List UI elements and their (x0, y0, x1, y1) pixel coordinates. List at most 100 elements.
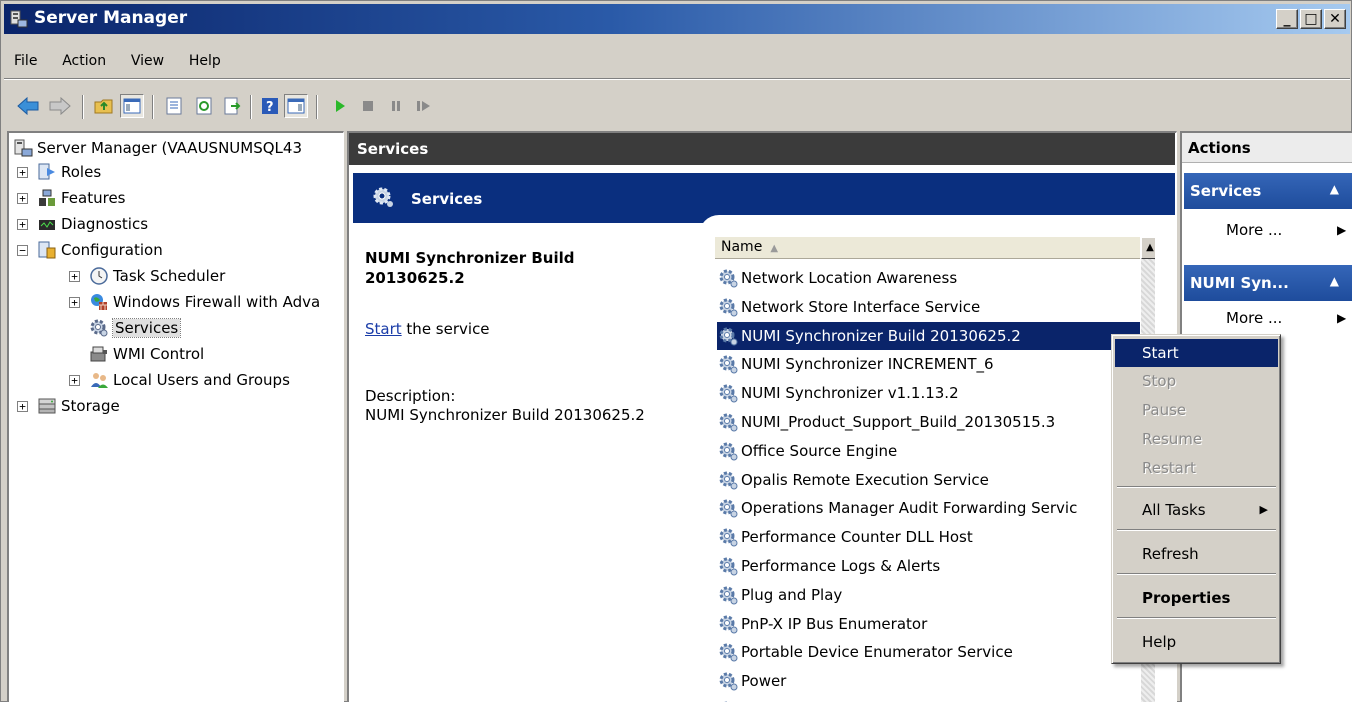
help-icon[interactable]: ? (258, 94, 282, 118)
service-gear-icon (719, 327, 738, 346)
show-hide-tree-icon[interactable] (120, 94, 144, 118)
service-row[interactable]: Operations Manager Audit Forwarding Serv… (717, 494, 1140, 522)
forward-icon[interactable] (48, 94, 72, 118)
expand-icon[interactable]: + (69, 374, 80, 386)
expand-icon[interactable]: + (69, 296, 80, 308)
tree-item-task-scheduler[interactable]: + Task Scheduler (69, 263, 225, 289)
menu-item-start[interactable]: Start (1115, 339, 1278, 367)
service-name: Portable Device Enumerator Service (741, 643, 1013, 662)
expand-icon[interactable]: + (17, 192, 28, 204)
minimize-button[interactable]: _ (1276, 9, 1298, 29)
expand-icon[interactable]: + (17, 400, 28, 412)
service-row[interactable]: NUMI Synchronizer Build 20130625.2 (717, 321, 1140, 350)
menu-help[interactable]: Help (179, 49, 231, 73)
tree-label: Task Scheduler (113, 267, 226, 285)
menu-file[interactable]: File (4, 49, 47, 73)
submenu-arrow-icon: ▶ (1337, 311, 1347, 325)
refresh-icon[interactable] (192, 94, 216, 118)
service-row[interactable]: NUMI_Product_Support_Build_20130515.3 (717, 408, 1140, 436)
service-row[interactable]: Performance Logs & Alerts (717, 552, 1140, 580)
close-button[interactable]: ✕ (1324, 9, 1346, 29)
maximize-button[interactable]: □ (1300, 9, 1322, 29)
tree-item-wmi-control[interactable]: WMI Control (89, 341, 204, 367)
services-list: Name ▲ ▲ Network Location Awareness Networ… (715, 237, 1155, 702)
menu-item-help[interactable]: Help (1115, 628, 1278, 656)
service-row[interactable]: Plug and Play (717, 581, 1140, 609)
tree-item-roles[interactable]: + Roles (17, 159, 101, 185)
service-row[interactable]: Power (717, 667, 1140, 695)
start-service-link-line: Start the service (365, 320, 490, 338)
tree-label: Diagnostics (61, 215, 149, 233)
service-gear-icon (719, 499, 738, 518)
expand-icon[interactable]: + (17, 166, 28, 178)
menu-item-refresh[interactable]: Refresh (1115, 540, 1278, 568)
scroll-up-button[interactable]: ▲ (1141, 237, 1155, 259)
users-icon (91, 373, 108, 388)
actions-section-services[interactable]: Services ▲ (1184, 173, 1352, 209)
service-name: Opalis Remote Execution Service (741, 470, 989, 489)
storage-icon (38, 398, 56, 414)
service-row[interactable]: Network Location Awareness (717, 264, 1140, 292)
actions-section-numi[interactable]: NUMI Syn... ▲ (1184, 265, 1352, 301)
service-name: Office Source Engine (741, 441, 898, 460)
collapse-caret-icon[interactable]: ▲ (1330, 274, 1339, 288)
column-header-name[interactable]: Name ▲ (715, 237, 1140, 259)
pause-icon[interactable] (384, 94, 408, 118)
service-row[interactable]: PnP-X IP Bus Enumerator (717, 610, 1140, 638)
collapse-icon[interactable]: − (17, 244, 28, 256)
service-row[interactable]: Print Spooler (717, 696, 1140, 702)
service-name: Plug and Play (741, 585, 843, 604)
menu-action[interactable]: Action (52, 49, 116, 73)
service-row[interactable]: NUMI Synchronizer v1.1.13.2 (717, 379, 1140, 407)
service-name: Power (741, 672, 787, 691)
resume-icon[interactable] (412, 94, 436, 118)
services-gear-icon (373, 187, 393, 207)
tree-item-storage[interactable]: + Storage (17, 393, 120, 419)
start-service-link[interactable]: Start (365, 320, 402, 338)
expand-icon[interactable]: + (69, 270, 80, 282)
service-row[interactable]: NUMI Synchronizer INCREMENT_6 (717, 350, 1140, 378)
menu-item-restart: Restart (1142, 459, 1196, 477)
service-row[interactable]: Network Store Interface Service (717, 293, 1140, 321)
tree-item-diagnostics[interactable]: + Diagnostics (17, 211, 148, 237)
more-actions-numi[interactable]: More ... (1226, 309, 1282, 327)
properties-icon[interactable] (162, 94, 186, 118)
expand-icon[interactable]: + (17, 218, 28, 230)
back-icon[interactable] (16, 94, 40, 118)
column-header-label: Name (721, 239, 763, 255)
export-list-icon[interactable] (220, 94, 244, 118)
tree-item-local-users-groups[interactable]: + Local Users and Groups (69, 367, 290, 393)
tree-item-windows-firewall[interactable]: + Windows Firewall with Adva (69, 289, 320, 315)
title-bar[interactable]: Server Manager _ □ ✕ (4, 4, 1350, 34)
results-header: Services (349, 133, 1175, 165)
stop-icon[interactable] (356, 94, 380, 118)
features-icon (39, 189, 55, 206)
menu-item-resume: Resume (1142, 430, 1203, 448)
tree-item-features[interactable]: + Features (17, 185, 126, 211)
service-row[interactable]: Portable Device Enumerator Service (717, 638, 1140, 666)
toolbar: ? (4, 86, 1350, 126)
service-name: Performance Logs & Alerts (741, 557, 941, 575)
show-hide-action-pane-icon[interactable] (284, 94, 308, 118)
service-row[interactable]: Performance Counter DLL Host (717, 523, 1140, 551)
service-gear-icon (719, 586, 738, 605)
tree-item-configuration[interactable]: − Configuration (17, 237, 163, 263)
description-label: Description: (365, 387, 456, 405)
collapse-caret-icon[interactable]: ▲ (1330, 182, 1339, 196)
service-gear-icon (719, 384, 738, 403)
play-icon[interactable] (328, 94, 352, 118)
up-folder-icon[interactable] (92, 94, 116, 118)
menu-item-properties[interactable]: Properties (1115, 584, 1278, 612)
menu-separator (1117, 617, 1276, 619)
service-name: Performance Counter DLL Host (741, 528, 973, 547)
tab-curve (699, 215, 1175, 235)
service-row[interactable]: Opalis Remote Execution Service (717, 466, 1140, 494)
more-actions-services[interactable]: More ... (1226, 221, 1282, 239)
tree-item-server-manager[interactable]: Server Manager (VAAUSNUMSQL43 (13, 135, 302, 161)
service-gear-icon (719, 471, 738, 490)
service-row[interactable]: Office Source Engine (717, 437, 1140, 465)
service-gear-icon (719, 615, 738, 634)
menu-view[interactable]: View (121, 49, 174, 73)
menu-item-all-tasks[interactable]: All Tasks ▶ (1115, 496, 1278, 524)
tree-item-services[interactable]: Services (89, 315, 182, 341)
